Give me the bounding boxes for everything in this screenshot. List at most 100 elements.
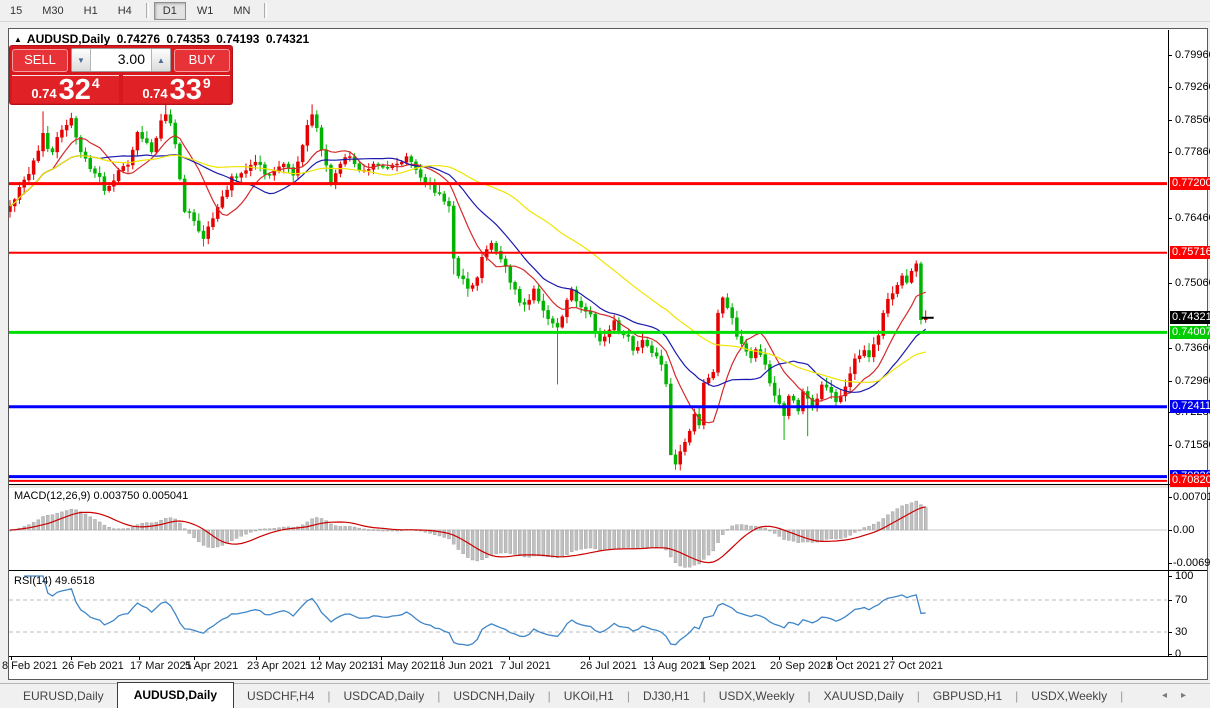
- candle-body: [234, 176, 239, 178]
- macd-bar: [253, 529, 258, 532]
- chart-tab-usdcad-daily[interactable]: USDCAD,Daily: [331, 685, 438, 708]
- candle-body: [447, 201, 451, 207]
- candle-body: [93, 168, 97, 174]
- candle-body: [692, 414, 697, 432]
- macd-bar: [862, 527, 867, 531]
- timeframe-button-h4[interactable]: H4: [109, 2, 141, 20]
- toolbar-separator: [145, 3, 149, 18]
- candle-body: [154, 138, 159, 153]
- date-label: 20 Sep 2021: [770, 660, 833, 672]
- ohlc-high: 0.74353: [166, 32, 210, 46]
- macd-bar: [857, 529, 862, 532]
- candle-body: [640, 339, 645, 348]
- tab-scroll-left-icon[interactable]: ◂: [1162, 690, 1181, 701]
- macd-bar: [55, 513, 59, 531]
- candle-body: [876, 335, 881, 345]
- chart-tab-audusd-daily[interactable]: AUDUSD,Daily: [116, 682, 235, 708]
- volume-decrease-button[interactable]: ▼: [72, 49, 91, 71]
- candle-body: [400, 162, 404, 165]
- pane-divider[interactable]: [9, 570, 1207, 571]
- timeframe-button-h1[interactable]: H1: [75, 2, 107, 20]
- buy-button[interactable]: BUY: [174, 48, 230, 72]
- macd-bar: [79, 511, 83, 531]
- chart-tab-ukoil-h1[interactable]: UKOil,H1: [551, 685, 627, 708]
- timeframe-button-mn[interactable]: MN: [224, 2, 259, 20]
- chart-tab-dj30-h1[interactable]: DJ30,H1: [630, 685, 703, 708]
- macd-bar: [588, 529, 593, 549]
- timeframe-button-w1[interactable]: W1: [188, 2, 223, 20]
- macd-bar: [824, 529, 829, 540]
- timeframe-toolbar: 15 M30 H1 H4 D1 W1 MN: [0, 0, 1210, 22]
- macd-bar: [725, 529, 730, 531]
- candle-body: [31, 160, 36, 175]
- macd-bar: [574, 529, 579, 551]
- macd-bar: [678, 529, 682, 567]
- macd-bar: [772, 529, 777, 534]
- symbol-title: AUDUSD,Daily: [26, 32, 111, 46]
- candle-body: [348, 156, 352, 158]
- macd-bar: [650, 529, 654, 548]
- timeframe-button-15[interactable]: 15: [1, 2, 31, 20]
- macd-bar: [687, 529, 692, 568]
- macd-bar: [763, 527, 767, 531]
- candle-body: [853, 358, 857, 374]
- buy-price-display[interactable]: 0.74 33 9: [123, 75, 230, 105]
- sell-price-display[interactable]: 0.74 32 4: [12, 75, 119, 105]
- candle-body: [791, 395, 796, 401]
- current-price-badge: 0.74321: [1170, 311, 1210, 324]
- macd-bar: [385, 529, 390, 532]
- sell-button[interactable]: SELL: [12, 48, 68, 72]
- macd-bar: [697, 529, 701, 565]
- macd-bar: [178, 522, 182, 531]
- macd-bar: [914, 500, 918, 531]
- volume-increase-button[interactable]: ▲: [151, 49, 170, 71]
- collapse-arrow-icon[interactable]: ▲: [14, 35, 22, 44]
- macd-bar: [541, 529, 546, 557]
- macd-bar: [730, 525, 734, 531]
- price-level-badge: 0.72411: [1170, 400, 1210, 413]
- candle-body: [905, 275, 909, 283]
- date-axis-border: [9, 656, 1207, 657]
- chart-tab-xauusd-daily[interactable]: XAUUSD,Daily: [811, 685, 917, 708]
- macd-bar: [735, 524, 739, 531]
- macd-axis-label: 0.00: [1173, 524, 1195, 536]
- macd-bar: [456, 529, 461, 550]
- timeframe-button-d1[interactable]: D1: [153, 1, 186, 20]
- chart-tab-eurusd-daily[interactable]: EURUSD,Daily: [10, 685, 117, 708]
- timeframe-button-m30[interactable]: M30: [33, 2, 72, 20]
- candle-body: [711, 372, 716, 379]
- chart-tab-usdcnh-daily[interactable]: USDCNH,Daily: [440, 685, 547, 708]
- candle-body: [173, 122, 177, 145]
- candle-body: [116, 170, 121, 182]
- tab-scroll-right-icon[interactable]: ▸: [1181, 690, 1200, 701]
- candle-body: [768, 364, 772, 384]
- chart-tab-gbpusd-h1[interactable]: GBPUSD,H1: [920, 685, 1015, 708]
- candle-body: [244, 170, 248, 174]
- date-label: 5 Apr 2021: [185, 660, 239, 672]
- chart-tab-usdchf-h4[interactable]: USDCHF,H4: [234, 685, 327, 708]
- candle-body: [55, 137, 59, 153]
- macd-bar: [872, 523, 876, 531]
- candle-body: [527, 299, 531, 305]
- candle-body: [145, 138, 149, 143]
- date-label: 31 May 2021: [372, 660, 436, 672]
- axis-tick: [1168, 87, 1172, 88]
- chart-tab-usdx-weekly[interactable]: USDX,Weekly: [706, 685, 808, 708]
- macd-histogram: [9, 500, 928, 568]
- macd-bar: [489, 529, 494, 556]
- date-label: 8 Feb 2021: [2, 660, 58, 672]
- candle-body: [461, 275, 465, 280]
- chart-tab-usdx-weekly[interactable]: USDX,Weekly: [1018, 685, 1120, 708]
- candle-body: [659, 355, 664, 365]
- macd-bar: [834, 529, 838, 540]
- candle-body: [749, 351, 753, 359]
- candle-body: [739, 336, 744, 344]
- volume-input[interactable]: 3.00: [91, 49, 151, 71]
- candle-body: [60, 129, 64, 138]
- axis-tick: [1168, 283, 1172, 284]
- macd-bar: [617, 529, 621, 549]
- candle-body: [725, 297, 730, 308]
- candle-body: [433, 184, 437, 193]
- macd-bar: [371, 529, 376, 531]
- date-label: 8 Oct 2021: [827, 660, 881, 672]
